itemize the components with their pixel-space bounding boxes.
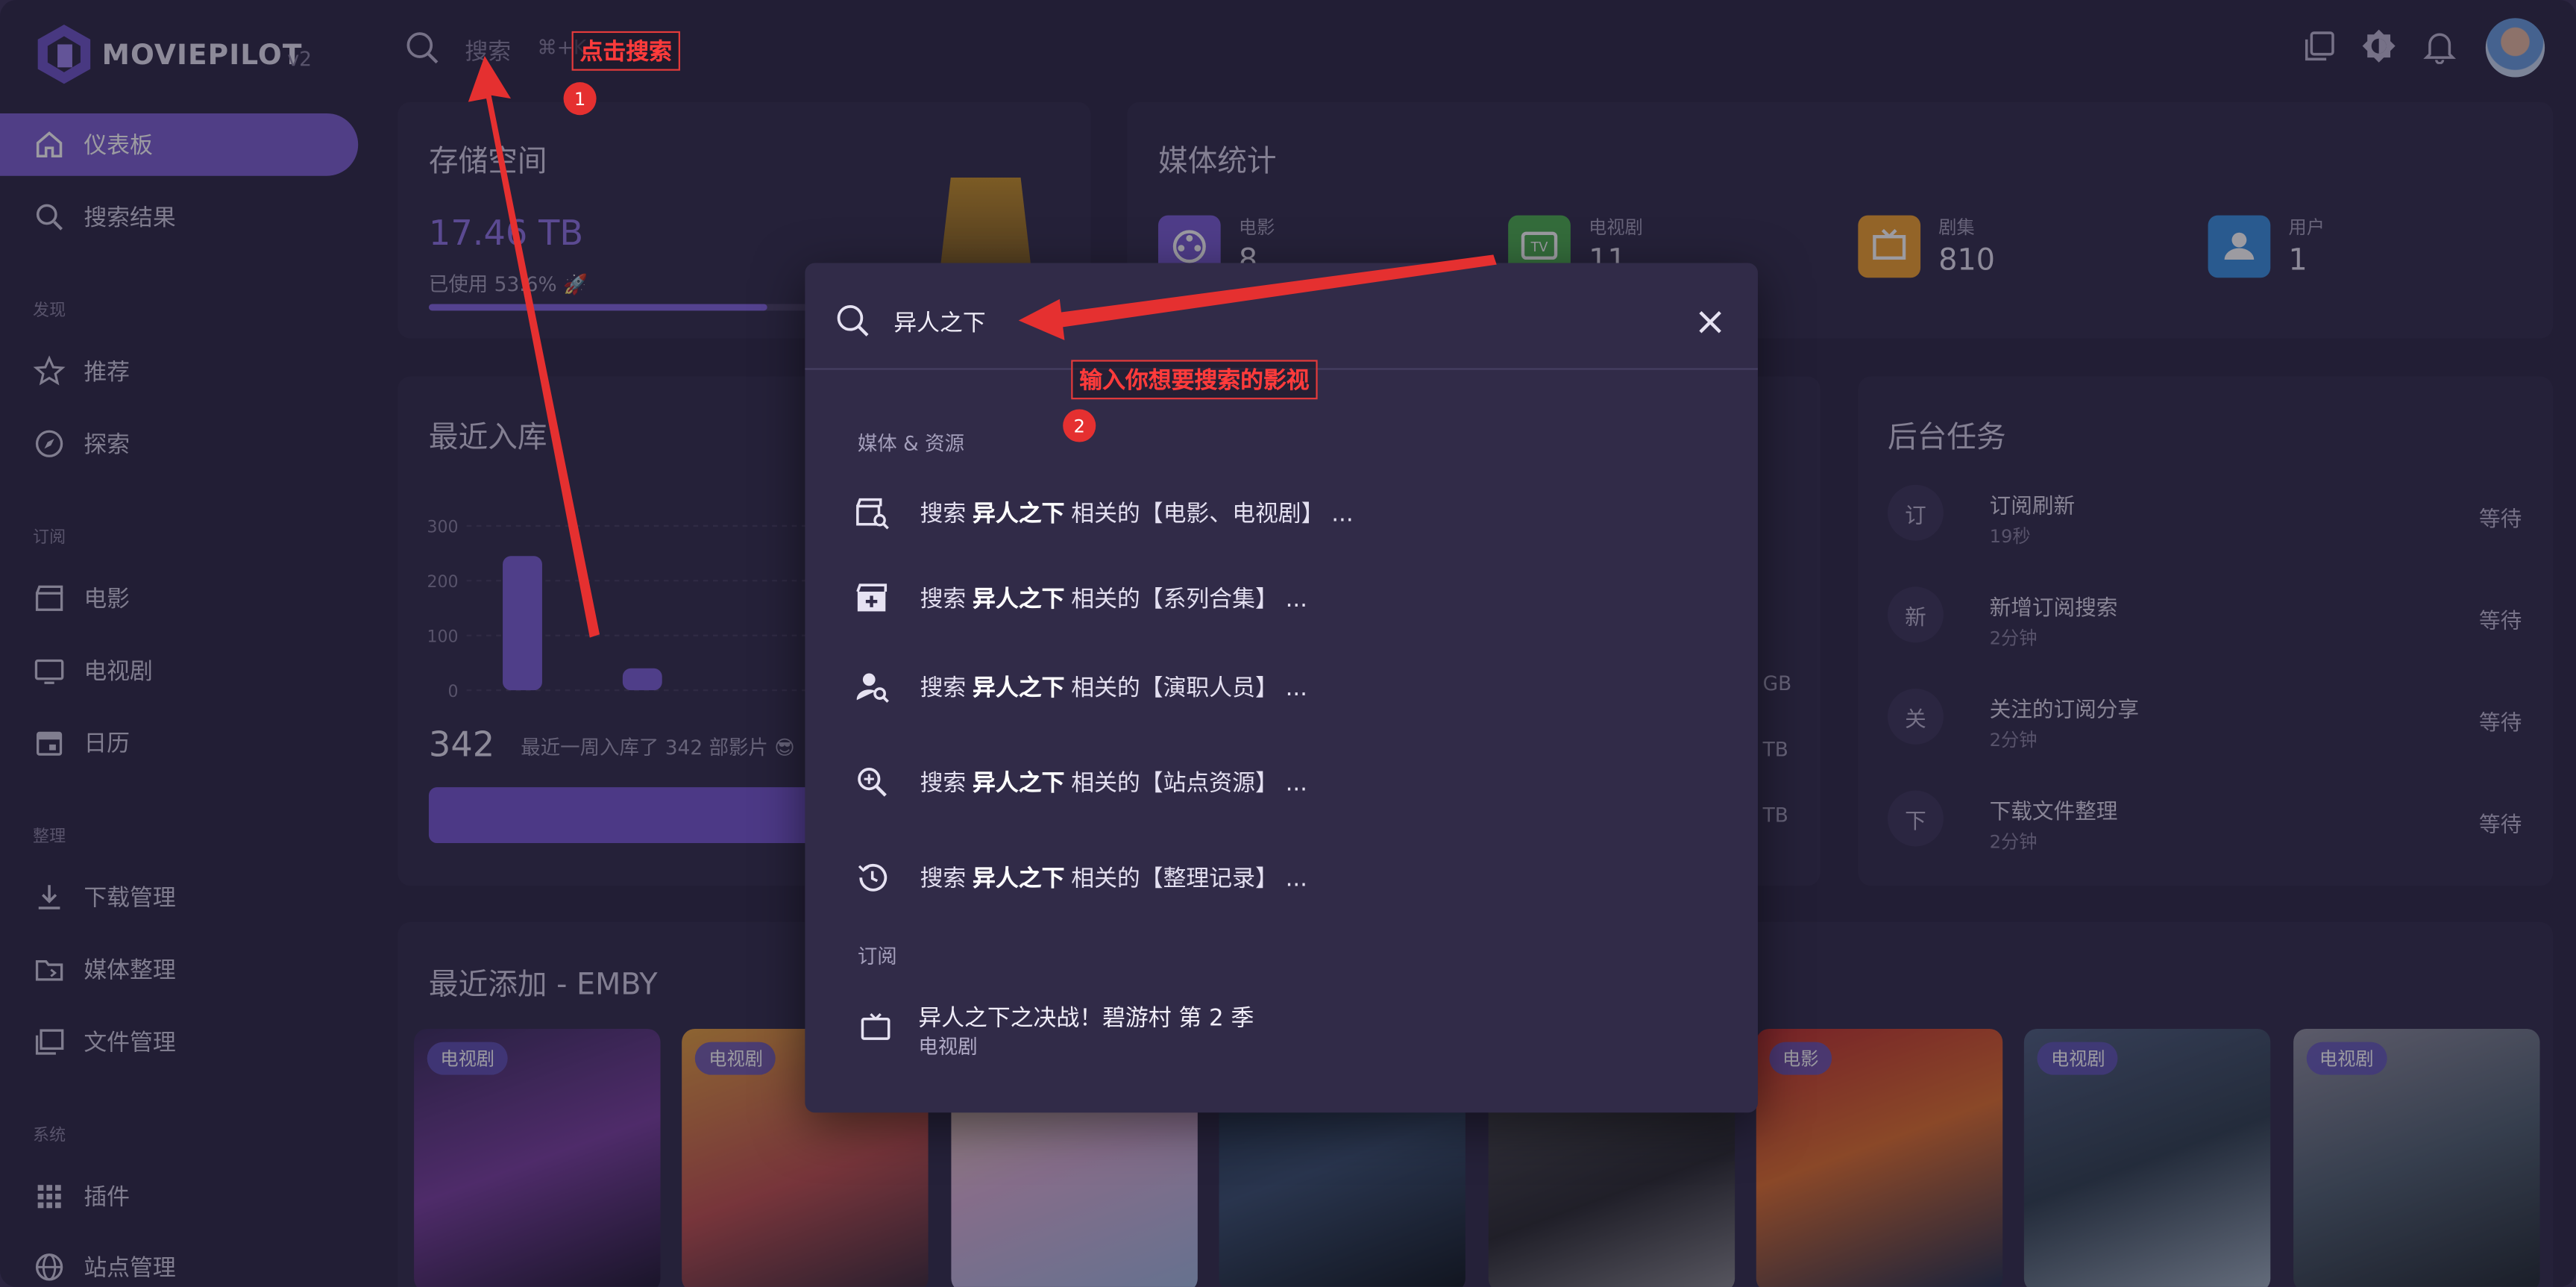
annotation-label-1: 点击搜索 <box>571 31 680 71</box>
annotation-number-1: 1 <box>563 82 597 116</box>
annotation-arrows <box>468 55 1497 638</box>
app-window: MOVIEPILOT v2 仪表板 搜索结果 发现 推荐 探索 订阅 电影 电视… <box>0 0 2576 1287</box>
annotation-label-2: 输入你想要搜索的影视 <box>1071 360 1318 400</box>
annotation-number-2: 2 <box>1063 409 1096 442</box>
annotation-arrow-2 <box>1018 254 1497 340</box>
annotation-arrow-1 <box>468 55 600 638</box>
